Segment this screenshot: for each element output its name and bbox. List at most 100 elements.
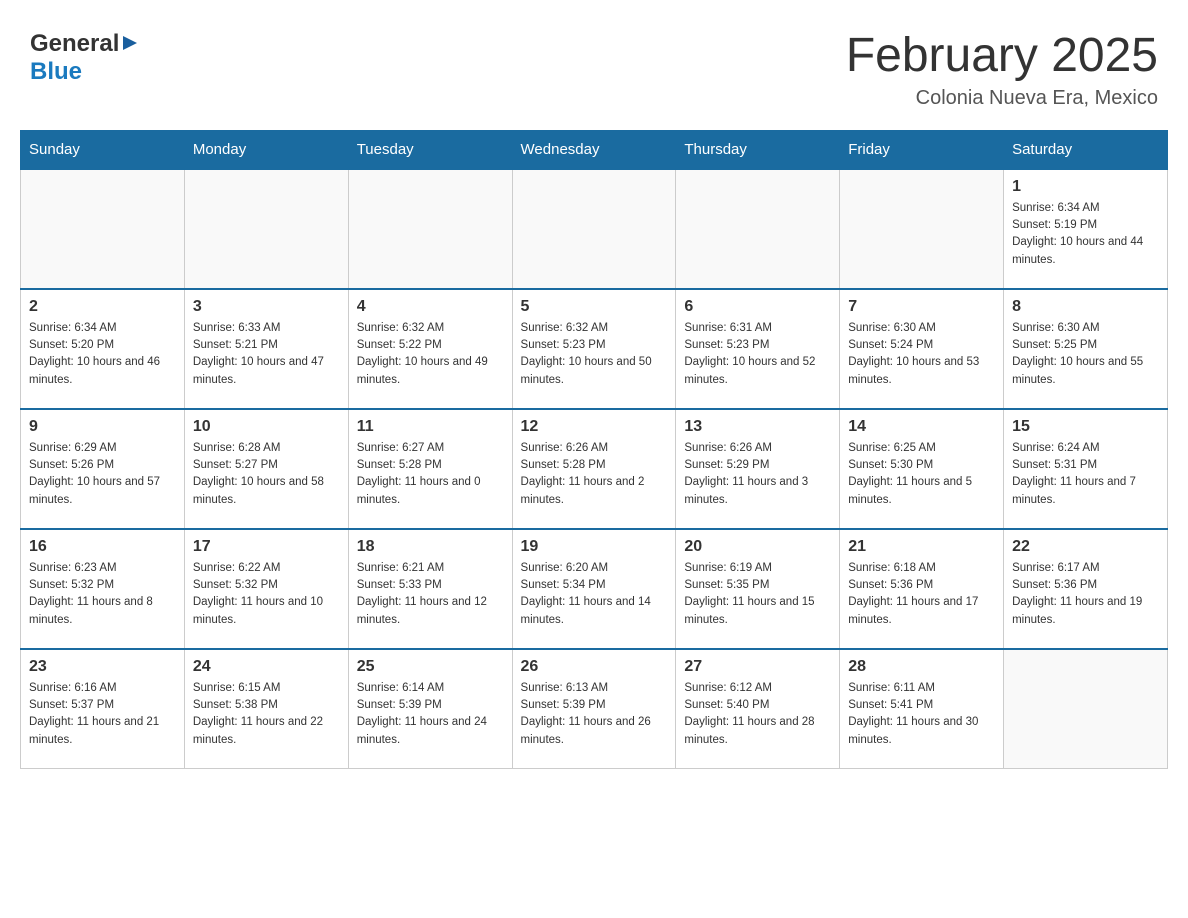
calendar-day-cell: 8Sunrise: 6:30 AM Sunset: 5:25 PM Daylig…	[1004, 289, 1168, 409]
calendar-day-cell: 20 Sunrise: 6:19 AM Sunset: 5:35 PM Dayli…	[676, 529, 840, 649]
calendar-day-cell: 26 Sunrise: 6:13 AM Sunset: 5:39 PM Dayli…	[512, 649, 676, 769]
calendar-week-row: 9 Sunrise: 6:29 AM Sunset: 5:26 PM Daylig…	[21, 409, 1168, 529]
calendar-week-row: 23 Sunrise: 6:16 AM Sunset: 5:37 PM Dayli…	[21, 649, 1168, 769]
day-info: Sunrise: 6:33 AM Sunset: 5:21 PM Dayligh…	[193, 320, 340, 389]
calendar-day-cell: 24 Sunrise: 6:15 AM Sunset: 5:38 PM Dayli…	[184, 649, 348, 769]
day-number: 9	[29, 418, 176, 436]
day-info: Sunrise: 6:22 AM Sunset: 5:32 PM Dayligh…	[193, 560, 340, 629]
calendar-day-cell	[676, 169, 840, 289]
calendar-day-cell: 7Sunrise: 6:30 AM Sunset: 5:24 PM Daylig…	[840, 289, 1004, 409]
calendar-day-cell: 13 Sunrise: 6:26 AM Sunset: 5:29 PM Dayli…	[676, 409, 840, 529]
day-number: 28	[848, 658, 995, 676]
calendar-day-cell: 4 Sunrise: 6:32 AM Sunset: 5:22 PM Daylig…	[348, 289, 512, 409]
day-info: Sunrise: 6:20 AM Sunset: 5:34 PM Dayligh…	[521, 560, 668, 629]
day-info: Sunrise: 6:14 AM Sunset: 5:39 PM Dayligh…	[357, 680, 504, 749]
calendar-day-header: Monday	[184, 130, 348, 169]
calendar-day-cell: 16 Sunrise: 6:23 AM Sunset: 5:32 PM Dayli…	[21, 529, 185, 649]
location-text: Colonia Nueva Era, Mexico	[846, 87, 1158, 110]
day-number: 25	[357, 658, 504, 676]
day-info: Sunrise: 6:34 AM Sunset: 5:19 PM Dayligh…	[1012, 200, 1159, 269]
calendar-day-cell: 10Sunrise: 6:28 AM Sunset: 5:27 PM Dayli…	[184, 409, 348, 529]
calendar-day-cell: 1 Sunrise: 6:34 AM Sunset: 5:19 PM Daylig…	[1004, 169, 1168, 289]
calendar-day-cell	[512, 169, 676, 289]
calendar-day-header: Friday	[840, 130, 1004, 169]
day-number: 24	[193, 658, 340, 676]
day-info: Sunrise: 6:34 AM Sunset: 5:20 PM Dayligh…	[29, 320, 176, 389]
day-info: Sunrise: 6:13 AM Sunset: 5:39 PM Dayligh…	[521, 680, 668, 749]
day-info: Sunrise: 6:29 AM Sunset: 5:26 PM Dayligh…	[29, 440, 176, 509]
calendar-day-cell: 18 Sunrise: 6:21 AM Sunset: 5:33 PM Dayli…	[348, 529, 512, 649]
calendar-day-cell: 22 Sunrise: 6:17 AM Sunset: 5:36 PM Dayli…	[1004, 529, 1168, 649]
calendar-day-cell: 11Sunrise: 6:27 AM Sunset: 5:28 PM Dayli…	[348, 409, 512, 529]
calendar-week-row: 16 Sunrise: 6:23 AM Sunset: 5:32 PM Dayli…	[21, 529, 1168, 649]
day-number: 15	[1012, 418, 1159, 436]
day-info: Sunrise: 6:16 AM Sunset: 5:37 PM Dayligh…	[29, 680, 176, 749]
calendar-day-header: Sunday	[21, 130, 185, 169]
day-number: 27	[684, 658, 831, 676]
calendar-day-cell	[1004, 649, 1168, 769]
calendar-day-cell: 19 Sunrise: 6:20 AM Sunset: 5:34 PM Dayli…	[512, 529, 676, 649]
day-number: 2	[29, 298, 176, 316]
day-info: Sunrise: 6:23 AM Sunset: 5:32 PM Dayligh…	[29, 560, 176, 629]
day-number: 23	[29, 658, 176, 676]
day-info: Sunrise: 6:19 AM Sunset: 5:35 PM Dayligh…	[684, 560, 831, 629]
calendar-day-cell: 14 Sunrise: 6:25 AM Sunset: 5:30 PM Dayli…	[840, 409, 1004, 529]
day-number: 17	[193, 538, 340, 556]
day-info: Sunrise: 6:26 AM Sunset: 5:29 PM Dayligh…	[684, 440, 831, 509]
page-header: General Blue February 2025 Colonia Nueva…	[20, 20, 1168, 110]
day-info: Sunrise: 6:26 AM Sunset: 5:28 PM Dayligh…	[521, 440, 668, 509]
calendar-day-cell	[348, 169, 512, 289]
day-number: 26	[521, 658, 668, 676]
day-info: Sunrise: 6:17 AM Sunset: 5:36 PM Dayligh…	[1012, 560, 1159, 629]
calendar-day-cell: 9 Sunrise: 6:29 AM Sunset: 5:26 PM Daylig…	[21, 409, 185, 529]
day-info: Sunrise: 6:12 AM Sunset: 5:40 PM Dayligh…	[684, 680, 831, 749]
day-number: 6	[684, 298, 831, 316]
day-info: Sunrise: 6:30 AM Sunset: 5:24 PM Dayligh…	[848, 320, 995, 389]
day-number: 20	[684, 538, 831, 556]
day-number: 14	[848, 418, 995, 436]
calendar-week-row: 2 Sunrise: 6:34 AM Sunset: 5:20 PM Daylig…	[21, 289, 1168, 409]
logo-arrow-icon	[121, 34, 139, 57]
day-info: Sunrise: 6:21 AM Sunset: 5:33 PM Dayligh…	[357, 560, 504, 629]
calendar-day-header: Saturday	[1004, 130, 1168, 169]
day-number: 4	[357, 298, 504, 316]
day-info: Sunrise: 6:18 AM Sunset: 5:36 PM Dayligh…	[848, 560, 995, 629]
calendar-day-cell: 23 Sunrise: 6:16 AM Sunset: 5:37 PM Dayli…	[21, 649, 185, 769]
day-number: 1	[1012, 178, 1159, 196]
calendar-day-cell	[184, 169, 348, 289]
day-number: 19	[521, 538, 668, 556]
month-title: February 2025	[846, 30, 1158, 83]
calendar-day-cell: 15 Sunrise: 6:24 AM Sunset: 5:31 PM Dayli…	[1004, 409, 1168, 529]
day-number: 21	[848, 538, 995, 556]
day-number: 3	[193, 298, 340, 316]
day-number: 18	[357, 538, 504, 556]
calendar-day-cell: 27 Sunrise: 6:12 AM Sunset: 5:40 PM Dayli…	[676, 649, 840, 769]
day-info: Sunrise: 6:32 AM Sunset: 5:22 PM Dayligh…	[357, 320, 504, 389]
day-info: Sunrise: 6:25 AM Sunset: 5:30 PM Dayligh…	[848, 440, 995, 509]
calendar-day-header: Wednesday	[512, 130, 676, 169]
calendar-day-cell: 5 Sunrise: 6:32 AM Sunset: 5:23 PM Daylig…	[512, 289, 676, 409]
calendar-day-header: Tuesday	[348, 130, 512, 169]
calendar-day-cell	[21, 169, 185, 289]
calendar-header-row: SundayMondayTuesdayWednesdayThursdayFrid…	[21, 130, 1168, 169]
calendar-day-cell	[840, 169, 1004, 289]
day-info: Sunrise: 6:32 AM Sunset: 5:23 PM Dayligh…	[521, 320, 668, 389]
calendar-table: SundayMondayTuesdayWednesdayThursdayFrid…	[20, 130, 1168, 770]
day-number: 11	[357, 418, 504, 436]
day-info: Sunrise: 6:11 AM Sunset: 5:41 PM Dayligh…	[848, 680, 995, 749]
day-info: Sunrise: 6:15 AM Sunset: 5:38 PM Dayligh…	[193, 680, 340, 749]
day-number: 13	[684, 418, 831, 436]
logo-general-text: General	[30, 30, 119, 58]
day-number: 16	[29, 538, 176, 556]
calendar-day-cell: 2 Sunrise: 6:34 AM Sunset: 5:20 PM Daylig…	[21, 289, 185, 409]
calendar-day-cell: 21 Sunrise: 6:18 AM Sunset: 5:36 PM Dayli…	[840, 529, 1004, 649]
day-number: 5	[521, 298, 668, 316]
day-info: Sunrise: 6:28 AM Sunset: 5:27 PM Dayligh…	[193, 440, 340, 509]
day-info: Sunrise: 6:24 AM Sunset: 5:31 PM Dayligh…	[1012, 440, 1159, 509]
calendar-week-row: 1 Sunrise: 6:34 AM Sunset: 5:19 PM Daylig…	[21, 169, 1168, 289]
day-number: 22	[1012, 538, 1159, 556]
calendar-day-cell: 6 Sunrise: 6:31 AM Sunset: 5:23 PM Daylig…	[676, 289, 840, 409]
day-number: 12	[521, 418, 668, 436]
title-section: February 2025 Colonia Nueva Era, Mexico	[846, 30, 1158, 110]
day-info: Sunrise: 6:31 AM Sunset: 5:23 PM Dayligh…	[684, 320, 831, 389]
